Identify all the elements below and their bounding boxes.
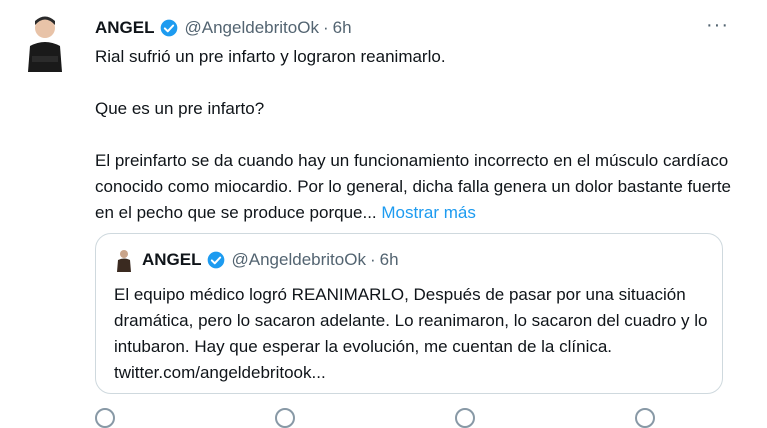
verified-badge-icon — [207, 251, 224, 269]
quote-avatar — [117, 250, 131, 272]
separator-dot: · — [322, 18, 329, 37]
quote-time: 6h — [379, 250, 399, 269]
author-name[interactable]: ANGEL — [95, 18, 155, 38]
retweet-icon[interactable] — [275, 408, 295, 428]
quoted-tweet[interactable]: ANGEL @AngeldebritoOk · 6h El equipo méd… — [95, 233, 723, 394]
tweet-paragraph: Que es un pre infarto? — [95, 99, 265, 118]
show-more-link[interactable]: Mostrar más — [381, 203, 475, 222]
tweet-time[interactable]: 6h — [333, 18, 352, 38]
quote-header: ANGEL @AngeldebritoOk · 6h — [114, 248, 399, 272]
tweet-text: Rial sufrió un pre infarto y lograron re… — [95, 44, 735, 226]
action-bar — [95, 408, 655, 428]
tweet-paragraph: Rial sufrió un pre infarto y lograron re… — [95, 47, 446, 66]
share-icon[interactable] — [635, 408, 655, 428]
tweet-header: ANGEL @AngeldebritoOk · 6h — [95, 16, 352, 40]
quote-author-handle: @AngeldebritoOk — [231, 250, 366, 269]
user-avatar[interactable] — [22, 12, 68, 76]
more-icon[interactable]: ··· — [706, 15, 729, 35]
author-handle[interactable]: @AngeldebritoOk — [185, 18, 319, 38]
separator-dot: · — [369, 250, 376, 269]
reply-icon[interactable] — [95, 408, 115, 428]
verified-badge-icon — [160, 19, 177, 37]
quote-author-name: ANGEL — [142, 250, 202, 269]
like-icon[interactable] — [455, 408, 475, 428]
quote-text: El equipo médico logró REANIMARLO, Despu… — [114, 285, 708, 382]
tweet-paragraph: El preinfarto se da cuando hay un funcio… — [95, 148, 735, 226]
